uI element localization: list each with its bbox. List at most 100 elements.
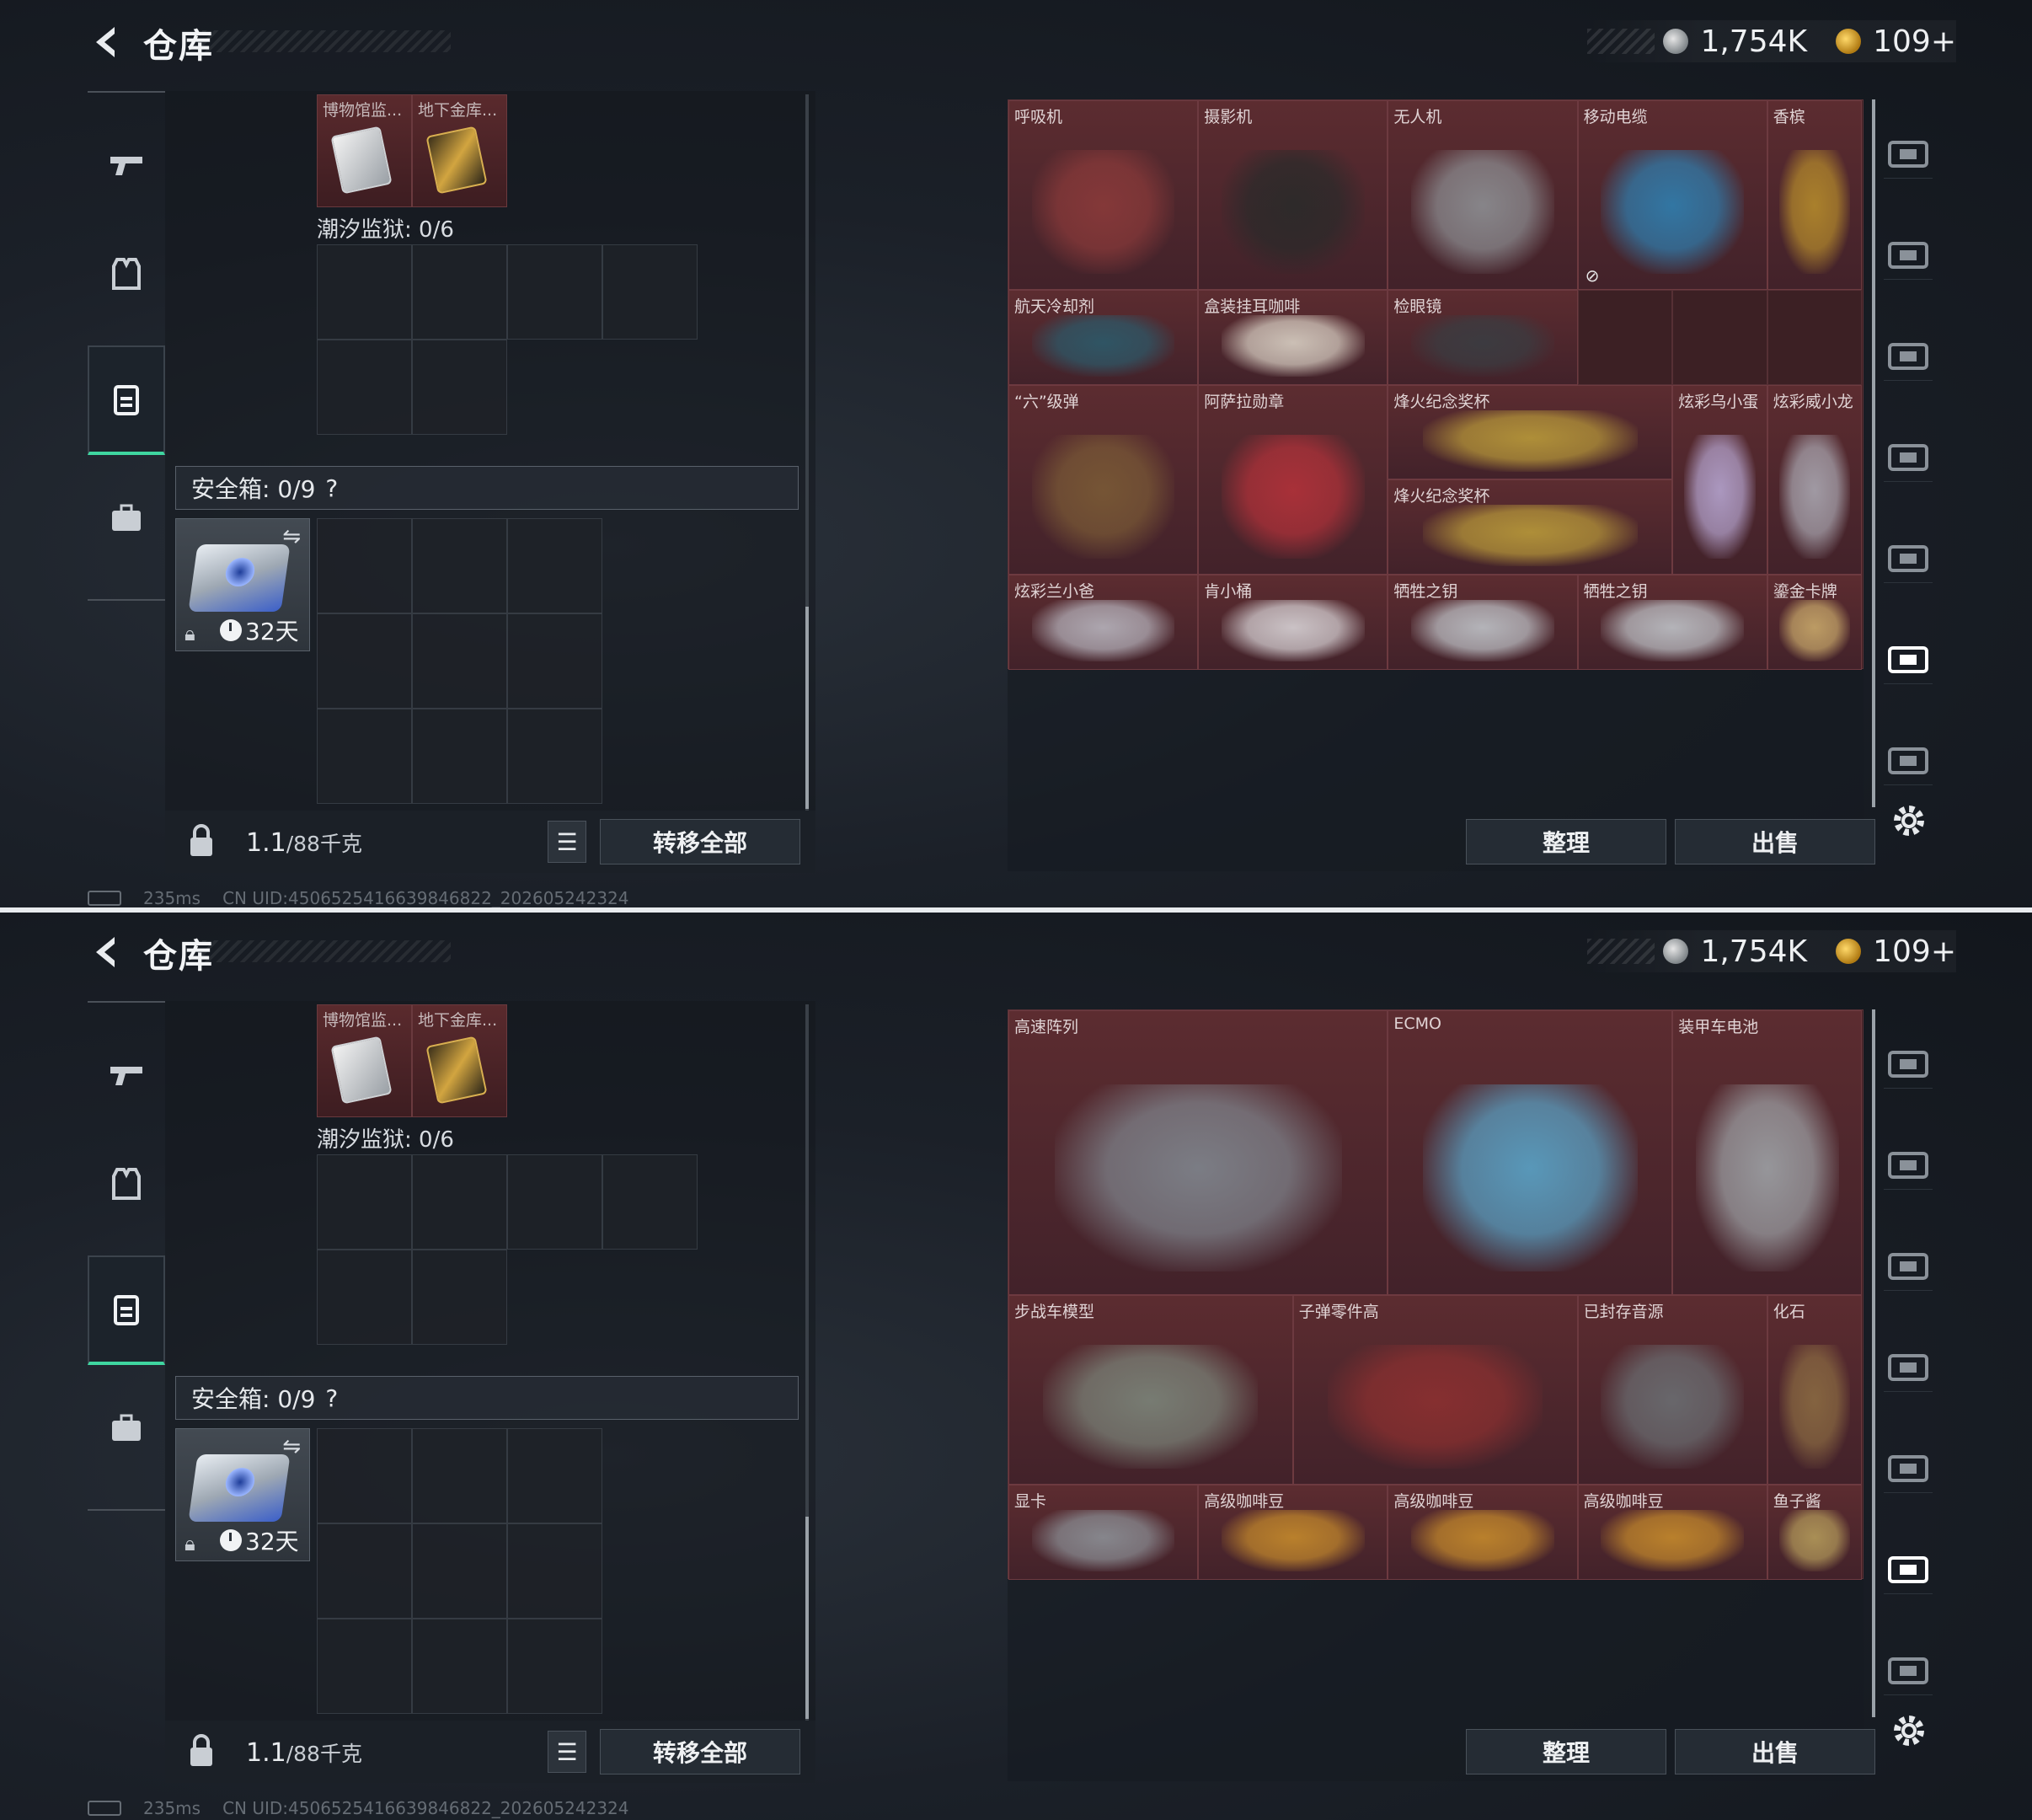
grid-cell[interactable] (1767, 290, 1863, 385)
grid-cell[interactable] (317, 1428, 412, 1523)
tab-weapons[interactable] (88, 1020, 165, 1129)
home-icon[interactable] (1884, 1040, 1933, 1089)
tab-case[interactable] (88, 463, 165, 573)
right-scrollbar[interactable] (1872, 99, 1875, 807)
stash-item[interactable]: 无人机 (1388, 100, 1578, 291)
stash-item[interactable]: 烽火纪念奖杯 (1388, 384, 1673, 480)
item-museum[interactable]: 博物馆监... (317, 1004, 412, 1117)
grid-cell[interactable] (602, 244, 698, 340)
grid-cell[interactable] (507, 244, 602, 340)
item-vault[interactable]: 地下金库... (412, 94, 507, 207)
transfer-all-button[interactable]: 转移全部 (600, 1729, 800, 1774)
grid-cell[interactable] (1672, 290, 1767, 385)
medkit-add-icon[interactable] (1884, 231, 1933, 280)
list-view-button[interactable]: ☰ (548, 1731, 586, 1773)
tab-storage[interactable] (88, 1255, 165, 1365)
stash-item[interactable]: 航天冷却剂 (1008, 290, 1199, 385)
home-icon[interactable] (1884, 130, 1933, 179)
tab-case[interactable] (88, 1373, 165, 1483)
stash-item[interactable]: 化石 (1767, 1294, 1863, 1485)
grid-cell[interactable] (412, 1523, 507, 1619)
grid-cell[interactable] (507, 1154, 602, 1250)
swap-icon[interactable]: ⇋ (282, 1434, 301, 1459)
right-scrollbar[interactable] (1872, 1009, 1875, 1717)
rifle-rack-icon[interactable] (1884, 433, 1933, 482)
tab-weapons[interactable] (88, 110, 165, 219)
grid-cell[interactable] (507, 1428, 602, 1523)
stash-item[interactable]: 装甲车电池 (1672, 1010, 1863, 1295)
safe-box-item[interactable]: ⇋ 🔒︎ 32天 (175, 518, 310, 651)
stash-item[interactable]: 子弹零件高 (1292, 1294, 1578, 1485)
grid-cell[interactable] (317, 518, 412, 613)
sell-button[interactable]: 出售 (1675, 1729, 1875, 1774)
stash-item[interactable]: 鎏金卡牌 (1767, 575, 1863, 670)
grid-cell[interactable] (412, 1428, 507, 1523)
medkit-add-icon[interactable] (1884, 1141, 1933, 1190)
stash-item[interactable]: 高级咖啡豆 (1577, 1485, 1767, 1580)
list-view-button[interactable]: ☰ (548, 821, 586, 863)
tier4-crate-icon[interactable] (1884, 1646, 1933, 1695)
stash-item[interactable]: 盒装挂耳咖啡 (1198, 290, 1388, 385)
tier4-case-icon[interactable] (1884, 1444, 1933, 1493)
tier4-case-icon[interactable] (1884, 534, 1933, 583)
swap-icon[interactable]: ⇋ (282, 524, 301, 549)
grid-cell[interactable] (317, 340, 412, 435)
item-vault[interactable]: 地下金库... (412, 1004, 507, 1117)
grid-cell[interactable] (412, 244, 507, 340)
grid-cell[interactable] (412, 340, 507, 435)
grid-cell[interactable] (412, 1619, 507, 1714)
left-scrollbar-thumb[interactable] (805, 607, 809, 809)
tab-storage[interactable] (88, 345, 165, 455)
stash-item[interactable]: “六”级弹 (1008, 384, 1199, 575)
stash-item[interactable]: 移动电缆 ⊘ (1577, 100, 1767, 291)
grid-cell[interactable] (602, 1154, 698, 1250)
grid-cell[interactable] (412, 1250, 507, 1345)
stash-item[interactable]: 检眼镜 (1388, 290, 1578, 385)
stash-item[interactable]: 已封存音源 (1577, 1294, 1767, 1485)
grid-cell[interactable] (507, 1619, 602, 1714)
gold-amount[interactable]: 109+ (1873, 934, 1956, 969)
item-museum[interactable]: 博物馆监... (317, 94, 412, 207)
grid-cell[interactable] (507, 613, 602, 709)
stash-item[interactable]: 呼吸机 (1008, 100, 1199, 291)
stash-item[interactable]: 步战车模型 (1008, 1294, 1293, 1485)
grid-cell[interactable] (507, 1523, 602, 1619)
safe-box-item[interactable]: ⇋ 🔒︎ 32天 (175, 1428, 310, 1561)
gear-icon[interactable] (1889, 800, 1929, 841)
stash-item[interactable]: 高速阵列 (1008, 1010, 1388, 1295)
grid-cell[interactable] (412, 1154, 507, 1250)
stash-item[interactable]: ECMO (1388, 1010, 1673, 1295)
stash-item[interactable]: 烽火纪念奖杯 (1388, 479, 1673, 575)
stash-item[interactable]: 阿萨拉勋章 (1198, 384, 1388, 575)
sort-button[interactable]: 整理 (1466, 1729, 1666, 1774)
grid-cell[interactable] (317, 1250, 412, 1345)
help-icon[interactable]: ? (325, 1384, 338, 1412)
tab-equipment[interactable] (88, 1129, 165, 1239)
grid-cell[interactable] (507, 518, 602, 613)
tier4-gear-icon[interactable] (1884, 1545, 1933, 1594)
grid-cell[interactable] (317, 1154, 412, 1250)
tier4-crate-icon[interactable] (1884, 736, 1933, 785)
stash-item[interactable]: 肯小桶 (1198, 575, 1388, 670)
grid-cell[interactable] (412, 518, 507, 613)
stash-item[interactable]: 牺牲之钥 (1577, 575, 1767, 670)
stash-item[interactable]: 高级咖啡豆 (1388, 1485, 1578, 1580)
left-scrollbar-thumb[interactable] (805, 1517, 809, 1719)
back-arrow-icon[interactable] (84, 930, 128, 974)
sort-button[interactable]: 整理 (1466, 819, 1666, 864)
grid-cell[interactable] (317, 613, 412, 709)
ammo-box-icon[interactable] (1884, 332, 1933, 381)
back-arrow-icon[interactable] (84, 20, 128, 64)
help-icon[interactable]: ? (325, 474, 338, 502)
stash-item[interactable]: 显卡 (1008, 1485, 1199, 1580)
gear-icon[interactable] (1889, 1710, 1929, 1751)
grid-cell[interactable] (317, 1619, 412, 1714)
tab-equipment[interactable] (88, 219, 165, 329)
stash-item[interactable]: 鱼子酱 (1767, 1485, 1863, 1580)
stash-item[interactable]: 香槟 (1767, 100, 1863, 291)
sell-button[interactable]: 出售 (1675, 819, 1875, 864)
tier4-gear-icon[interactable] (1884, 635, 1933, 684)
stash-item[interactable]: 炫彩威小龙 (1767, 384, 1863, 575)
grid-cell[interactable] (412, 709, 507, 804)
gold-amount[interactable]: 109+ (1873, 24, 1956, 59)
